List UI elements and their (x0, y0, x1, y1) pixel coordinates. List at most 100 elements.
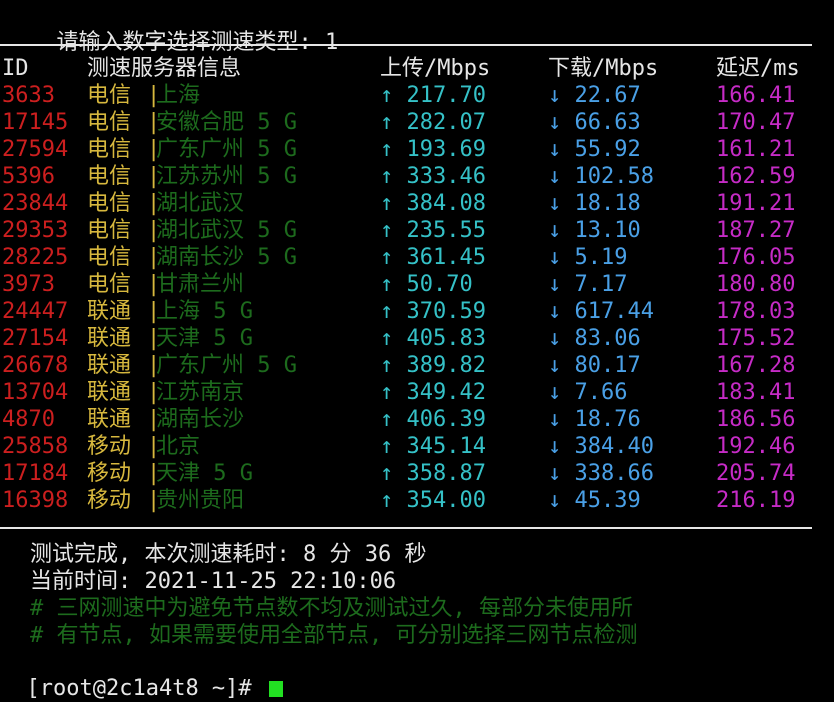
row-latency: 162.59 (716, 164, 796, 189)
row-latency: 167.28 (716, 353, 796, 378)
row-upload: ↑ 193.69 (380, 137, 486, 162)
row-id: 28225 (2, 245, 69, 270)
row-latency: 176.05 (716, 245, 796, 270)
row-latency: 191.21 (716, 191, 796, 216)
row-isp: 联通 (87, 407, 132, 432)
row-upload: ↑ 358.87 (380, 461, 486, 486)
row-upload: ↑ 345.14 (380, 434, 486, 459)
row-id: 27594 (2, 137, 69, 162)
row-location: 广东广州 5 G (156, 137, 297, 162)
row-upload: ↑ 389.82 (380, 353, 486, 378)
row-id: 23844 (2, 191, 69, 216)
row-location: 湖北武汉 5 G (156, 218, 297, 243)
row-isp: 联通 (87, 299, 132, 324)
row-isp: 电信 (87, 272, 132, 297)
current-time-line: 当前时间: 2021-11-25 22:10:06 (30, 569, 397, 594)
table-row: 29353 电信 | 湖北武汉 5 G ↑ 235.55 ↓ 13.10 187.27 (0, 217, 834, 244)
row-latency: 183.41 (716, 380, 796, 405)
row-isp: 电信 (87, 191, 132, 216)
row-download: ↓ 384.40 (548, 434, 654, 459)
row-location: 上海 5 G (156, 299, 253, 324)
separator-bottom (0, 527, 812, 529)
row-isp: 移动 (87, 434, 132, 459)
row-id: 13704 (2, 380, 69, 405)
row-location: 湖北武汉 (156, 191, 245, 216)
row-download: ↓ 338.66 (548, 461, 654, 486)
table-row: 23844 电信 | 湖北武汉 ↑ 384.08 ↓ 18.18 191.21 (0, 190, 834, 217)
table-row: 17184 移动 | 天津 5 G ↑ 358.87 ↓ 338.66 205.74 (0, 460, 834, 487)
row-isp: 电信 (87, 110, 132, 135)
row-upload: ↑ 354.00 (380, 488, 486, 513)
row-upload: ↑ 50.70 (380, 272, 473, 297)
row-latency: 192.46 (716, 434, 796, 459)
table-row: 24447 联通 | 上海 5 G ↑ 370.59 ↓ 617.44 178.03 (0, 298, 834, 325)
row-isp: 移动 (87, 488, 132, 513)
row-upload: ↑ 405.83 (380, 326, 486, 351)
row-latency: 187.27 (716, 218, 796, 243)
row-latency: 161.21 (716, 137, 796, 162)
row-location: 湖南长沙 (156, 407, 245, 432)
row-latency: 205.74 (716, 461, 796, 486)
table-header: ID 测速服务器信息 上传/Mbps 下载/Mbps 延迟/ms (0, 55, 834, 82)
table-row: 17145 电信 | 安徽合肥 5 G ↑ 282.07 ↓ 66.63 170.47 (0, 109, 834, 136)
terminal-cursor (268, 681, 283, 697)
row-upload: ↑ 406.39 (380, 407, 486, 432)
row-upload: ↑ 333.46 (380, 164, 486, 189)
shell-prompt: [root@2c1a4t8 ~]# (26, 676, 265, 701)
row-download: ↓ 18.76 (548, 407, 641, 432)
table-row: 27594 电信 | 广东广州 5 G ↑ 193.69 ↓ 55.92 161.21 (0, 136, 834, 163)
row-id: 27154 (2, 326, 69, 351)
row-download: ↓ 83.06 (548, 326, 641, 351)
shell-prompt-line[interactable]: [root@2c1a4t8 ~]# (0, 648, 283, 701)
header-id: ID (2, 56, 29, 81)
row-isp: 电信 (87, 245, 132, 270)
row-id: 24447 (2, 299, 69, 324)
row-download: ↓ 7.66 (548, 380, 628, 405)
row-latency: 170.47 (716, 110, 796, 135)
speedtest-type-prompt: 请输入数字选择测速类型: 1 (30, 2, 339, 55)
row-location: 安徽合肥 5 G (156, 110, 297, 135)
row-download: ↓ 617.44 (548, 299, 654, 324)
row-location: 贵州贵阳 (156, 488, 245, 513)
row-id: 29353 (2, 218, 69, 243)
row-location: 天津 5 G (156, 326, 253, 351)
table-row: 5396 电信 | 江苏苏州 5 G ↑ 333.46 ↓ 102.58 162.59 (0, 163, 834, 190)
table-row: 13704 联通 | 江苏南京 ↑ 349.42 ↓ 7.66 183.41 (0, 379, 834, 406)
note-line-2: # 有节点, 如果需要使用全部节点, 可分别选择三网节点检测 (30, 623, 638, 648)
row-location: 江苏南京 (156, 380, 245, 405)
row-download: ↓ 80.17 (548, 353, 641, 378)
table-row: 3633 电信 | 上海 ↑ 217.70 ↓ 22.67 166.41 (0, 82, 834, 109)
row-id: 25858 (2, 434, 69, 459)
row-upload: ↑ 370.59 (380, 299, 486, 324)
row-upload: ↑ 217.70 (380, 83, 486, 108)
row-location: 上海 (156, 83, 201, 108)
row-id: 3633 (2, 83, 55, 108)
row-id: 26678 (2, 353, 69, 378)
header-server: 测速服务器信息 (87, 56, 242, 81)
row-latency: 166.41 (716, 83, 796, 108)
row-isp: 电信 (87, 164, 132, 189)
table-row: 28225 电信 | 湖南长沙 5 G ↑ 361.45 ↓ 5.19 176.05 (0, 244, 834, 271)
table-row: 25858 移动 | 北京 ↑ 345.14 ↓ 384.40 192.46 (0, 433, 834, 460)
row-download: ↓ 22.67 (548, 83, 641, 108)
row-download: ↓ 102.58 (548, 164, 654, 189)
row-isp: 电信 (87, 218, 132, 243)
row-location: 江苏苏州 5 G (156, 164, 297, 189)
row-download: ↓ 5.19 (548, 245, 628, 270)
row-download: ↓ 45.39 (548, 488, 641, 513)
row-latency: 175.52 (716, 326, 796, 351)
table-row: 4870 联通 | 湖南长沙 ↑ 406.39 ↓ 18.76 186.56 (0, 406, 834, 433)
row-location: 广东广州 5 G (156, 353, 297, 378)
header-latency: 延迟/ms (716, 56, 800, 81)
header-download: 下载/Mbps (548, 56, 659, 81)
prompt-label: 请输入数字选择测速类型: (56, 30, 325, 55)
table-row: 16398 移动 | 贵州贵阳 ↑ 354.00 ↓ 45.39 216.19 (0, 487, 834, 514)
row-isp: 电信 (87, 83, 132, 108)
row-id: 5396 (2, 164, 55, 189)
row-download: ↓ 55.92 (548, 137, 641, 162)
row-location: 天津 5 G (156, 461, 253, 486)
row-id: 16398 (2, 488, 69, 513)
row-isp: 电信 (87, 137, 132, 162)
row-latency: 180.80 (716, 272, 796, 297)
test-complete-line: 测试完成, 本次测速耗时: 8 分 36 秒 (30, 542, 427, 567)
